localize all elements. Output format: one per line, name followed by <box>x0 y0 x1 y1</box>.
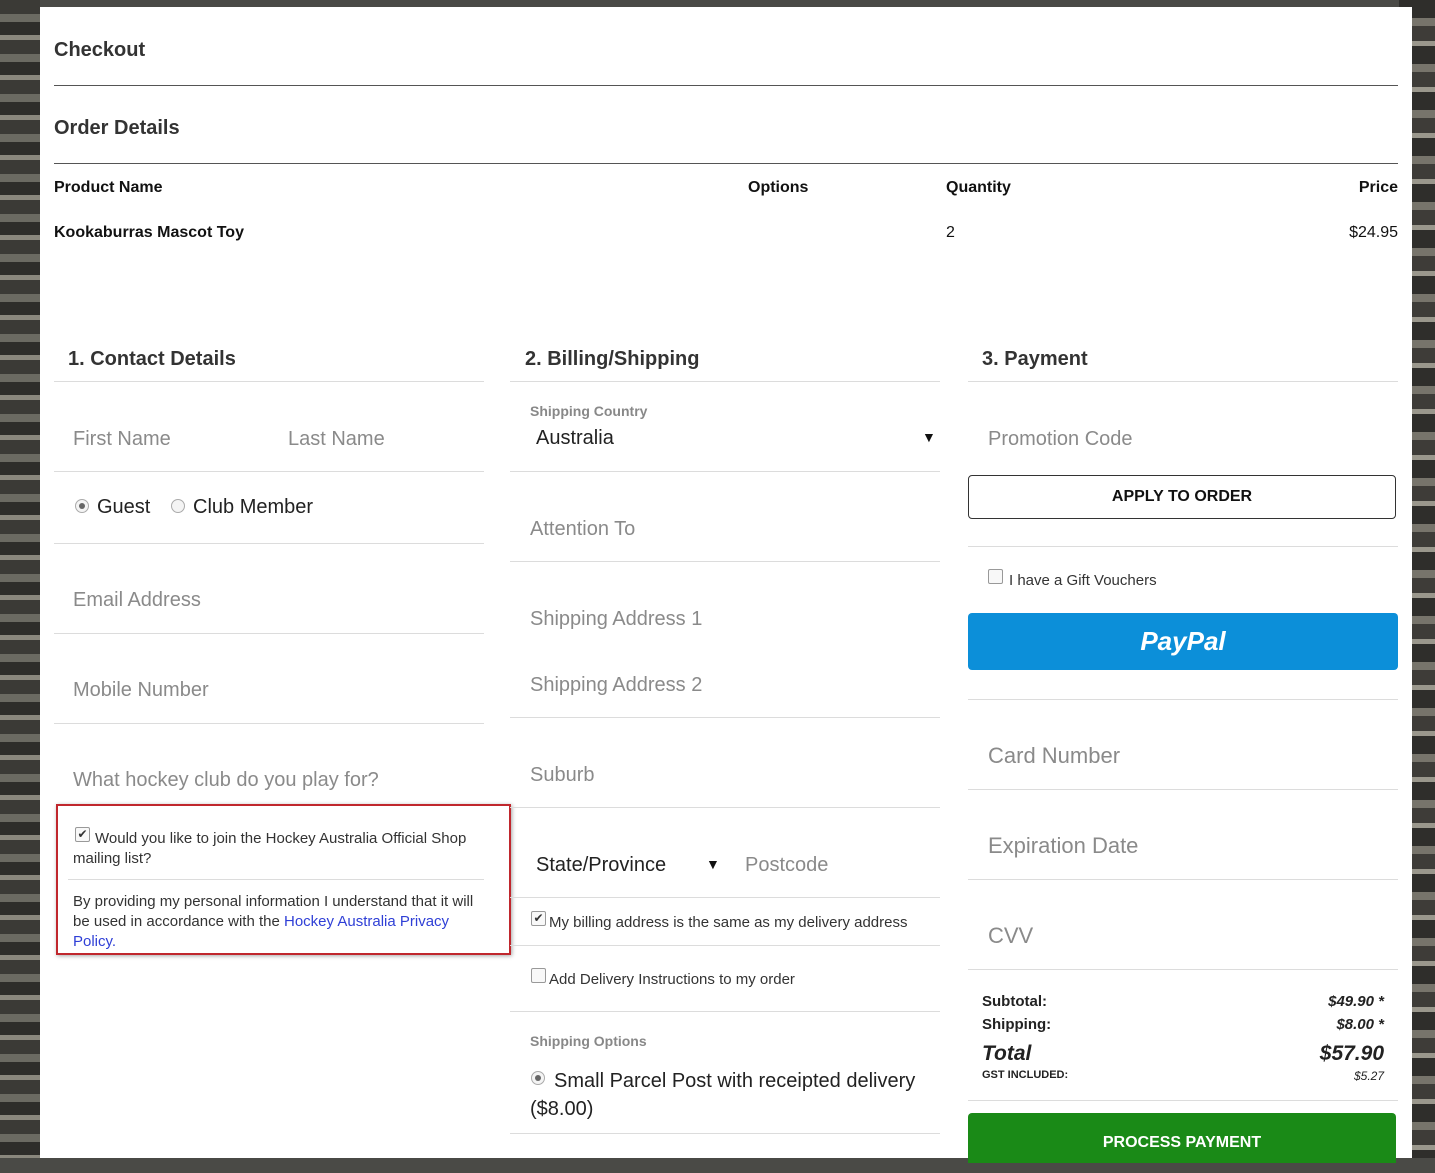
column-header-price: Price <box>1358 179 1398 196</box>
column-header-product: Product Name <box>54 179 163 196</box>
divider <box>968 879 1398 880</box>
divider <box>510 807 940 808</box>
billing-shipping-title: 2. Billing/Shipping <box>525 348 700 370</box>
guest-radio-label[interactable]: Guest <box>97 496 150 519</box>
privacy-notice: By providing my personal information I u… <box>73 892 485 952</box>
divider <box>968 546 1398 547</box>
gst-label: GST INCLUDED: <box>982 1069 1069 1081</box>
mobile-field[interactable]: Mobile Number <box>73 679 209 702</box>
club-member-radio-label[interactable]: Club Member <box>193 496 313 519</box>
gift-voucher-checkbox[interactable] <box>988 569 1003 584</box>
promotion-code-field[interactable]: Promotion Code <box>988 428 1133 451</box>
divider <box>54 471 484 472</box>
delivery-instructions-checkbox[interactable] <box>531 968 546 983</box>
gst-value: $5.27 <box>1353 1069 1384 1083</box>
chevron-down-icon[interactable]: ▼ <box>706 856 720 872</box>
privacy-period: . <box>111 933 117 950</box>
background-tree-left <box>0 0 40 1158</box>
contact-details-title: 1. Contact Details <box>68 348 236 370</box>
column-header-quantity: Quantity <box>946 179 1011 196</box>
paypal-button[interactable]: PayPal <box>968 613 1398 670</box>
page-title: Checkout <box>54 39 146 61</box>
shipping-address-2-field[interactable]: Shipping Address 2 <box>530 674 702 697</box>
same-address-checkbox[interactable]: ✔ <box>531 911 546 926</box>
divider <box>968 1100 1398 1101</box>
divider <box>510 717 940 718</box>
mailing-list-label[interactable]: Would you like to join the Hockey Austra… <box>73 829 483 869</box>
divider <box>54 381 484 382</box>
expiration-date-field[interactable]: Expiration Date <box>988 833 1138 859</box>
total-label: Total <box>982 1042 1032 1065</box>
divider <box>54 163 1398 164</box>
divider <box>54 85 1398 86</box>
column-header-options: Options <box>748 179 809 196</box>
shipping-label: Shipping: <box>982 1016 1052 1033</box>
chevron-down-icon[interactable]: ▼ <box>922 429 936 445</box>
shipping-country-value[interactable]: Australia <box>536 427 614 450</box>
delivery-instructions-label[interactable]: Add Delivery Instructions to my order <box>549 971 795 988</box>
attention-to-field[interactable]: Attention To <box>530 518 635 541</box>
guest-radio[interactable] <box>75 499 89 513</box>
cvv-field[interactable]: CVV <box>988 923 1033 949</box>
product-name: Kookaburras Mascot Toy <box>54 224 244 241</box>
apply-to-order-button[interactable]: APPLY TO ORDER <box>968 475 1396 519</box>
divider <box>510 1133 940 1134</box>
postcode-field[interactable]: Postcode <box>745 854 828 877</box>
same-address-label[interactable]: My billing address is the same as my del… <box>549 914 907 931</box>
divider <box>68 879 484 880</box>
divider <box>510 471 940 472</box>
divider <box>510 1011 940 1012</box>
club-member-radio[interactable] <box>171 499 185 513</box>
divider <box>968 699 1398 700</box>
first-name-input[interactable]: First Name <box>73 428 171 451</box>
checkout-panel: Checkout Order Details Product Name Opti… <box>40 7 1412 1163</box>
payment-title: 3. Payment <box>982 348 1088 370</box>
subtotal-value: $49.90 * <box>1328 993 1384 1010</box>
divider <box>54 723 484 724</box>
divider <box>968 969 1398 970</box>
subtotal-label: Subtotal: <box>982 993 1047 1010</box>
divider <box>54 543 484 544</box>
divider <box>968 381 1398 382</box>
product-quantity: 2 <box>946 224 955 241</box>
shipping-option-label[interactable]: Small Parcel Post with receipted deliver… <box>530 1067 930 1123</box>
state-province-value[interactable]: State/Province <box>536 854 680 877</box>
divider <box>968 789 1398 790</box>
divider <box>510 561 940 562</box>
product-price: $24.95 <box>1349 224 1398 241</box>
shipping-address-1-field[interactable]: Shipping Address 1 <box>530 608 702 631</box>
hockey-club-field[interactable]: What hockey club do you play for? <box>73 769 379 792</box>
gift-voucher-label[interactable]: I have a Gift Vouchers <box>1009 572 1157 589</box>
card-number-field[interactable]: Card Number <box>988 743 1120 769</box>
process-payment-button[interactable]: PROCESS PAYMENT <box>968 1113 1396 1163</box>
email-field[interactable]: Email Address <box>73 589 201 612</box>
divider <box>510 945 940 946</box>
divider <box>54 633 484 634</box>
order-details-title: Order Details <box>54 117 180 139</box>
shipping-options-label: Shipping Options <box>530 1033 647 1049</box>
divider <box>510 897 940 898</box>
total-value: $57.90 <box>1319 1042 1384 1065</box>
shipping-country-label: Shipping Country <box>530 403 648 419</box>
suburb-field[interactable]: Suburb <box>530 764 595 787</box>
divider <box>510 381 940 382</box>
shipping-value: $8.00 * <box>1336 1016 1384 1033</box>
last-name-input[interactable]: Last Name <box>288 428 385 451</box>
